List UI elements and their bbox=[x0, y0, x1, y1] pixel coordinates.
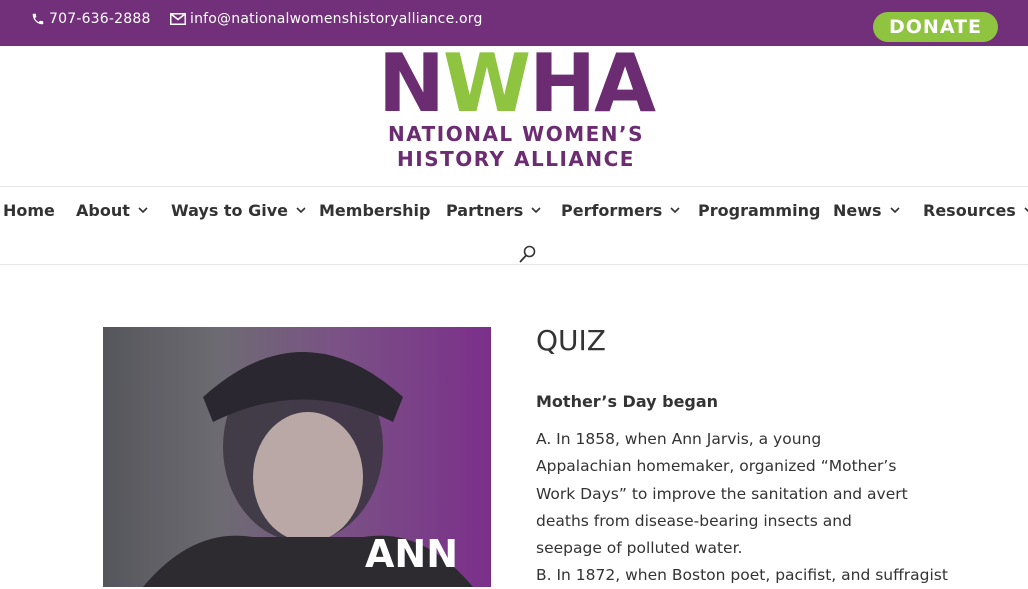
logo-line-1: NATIONAL WOMEN’S bbox=[387, 122, 645, 146]
logo-letters-ha: HA bbox=[529, 37, 656, 130]
nav-item-home[interactable]: Home bbox=[3, 199, 55, 221]
nav-item-label: Ways to Give bbox=[171, 200, 289, 220]
nav-item-label: News bbox=[833, 200, 882, 220]
nav-item-partners[interactable]: Partners bbox=[446, 199, 541, 221]
donate-button[interactable]: DONATE bbox=[873, 12, 998, 42]
nav-item-label: Resources bbox=[923, 200, 1016, 220]
chevron-down-icon bbox=[1024, 205, 1028, 216]
email-link[interactable]: info@nationalwomenshistoryalliance.org bbox=[170, 11, 483, 27]
site-logo[interactable]: N W HA NATIONAL WOMEN’S HISTORY ALLIANCE bbox=[365, 37, 667, 174]
nav-item-label: Performers bbox=[561, 200, 663, 220]
phone-link[interactable]: 707-636-2888 bbox=[31, 11, 151, 27]
logo-letter-w: W bbox=[442, 37, 531, 130]
nav-item-label: Membership bbox=[319, 200, 431, 220]
nav-item-resources[interactable]: Resources bbox=[923, 199, 1028, 221]
logo-wordmark: N W HA bbox=[365, 37, 667, 130]
chevron-down-icon bbox=[531, 205, 541, 216]
logo-line-2: HISTORY ALLIANCE bbox=[397, 147, 635, 171]
logo-letter-n: N bbox=[377, 37, 445, 130]
nav-divider-bottom bbox=[0, 264, 1028, 265]
search-icon[interactable] bbox=[518, 244, 538, 264]
nav-item-label: About bbox=[76, 200, 130, 220]
email-address: info@nationalwomenshistoryalliance.org bbox=[190, 11, 483, 27]
chevron-down-icon bbox=[296, 205, 306, 216]
page-title: QUIZ bbox=[536, 324, 606, 357]
chevron-down-icon bbox=[138, 205, 148, 216]
nav-item-ways-to-give[interactable]: Ways to Give bbox=[171, 199, 306, 221]
portrait-caption: ANN bbox=[365, 532, 459, 576]
nav-item-performers[interactable]: Performers bbox=[561, 199, 680, 221]
nav-item-news[interactable]: News bbox=[833, 199, 900, 221]
phone-number: 707-636-2888 bbox=[49, 11, 151, 27]
nav-item-about[interactable]: About bbox=[76, 199, 148, 221]
nav-item-programming[interactable]: Programming bbox=[698, 199, 820, 221]
nav-item-label: Partners bbox=[446, 200, 524, 220]
nav-item-label: Programming bbox=[698, 200, 821, 220]
quiz-question: Mother’s Day began bbox=[536, 392, 719, 411]
quiz-answer-a: A. In 1858, when Ann Jarvis, a young App… bbox=[536, 430, 908, 558]
quiz-answer-b: B. In 1872, when Boston poet, pacifist, … bbox=[536, 566, 948, 584]
envelope-icon bbox=[170, 13, 186, 25]
nav-item-membership[interactable]: Membership bbox=[319, 199, 431, 221]
phone-icon bbox=[31, 12, 45, 26]
chevron-down-icon bbox=[889, 205, 900, 216]
chevron-down-icon bbox=[670, 205, 680, 216]
portrait-image: ANN bbox=[103, 327, 491, 587]
nav-divider-top bbox=[0, 186, 1028, 187]
nav-item-label: Home bbox=[3, 200, 55, 220]
